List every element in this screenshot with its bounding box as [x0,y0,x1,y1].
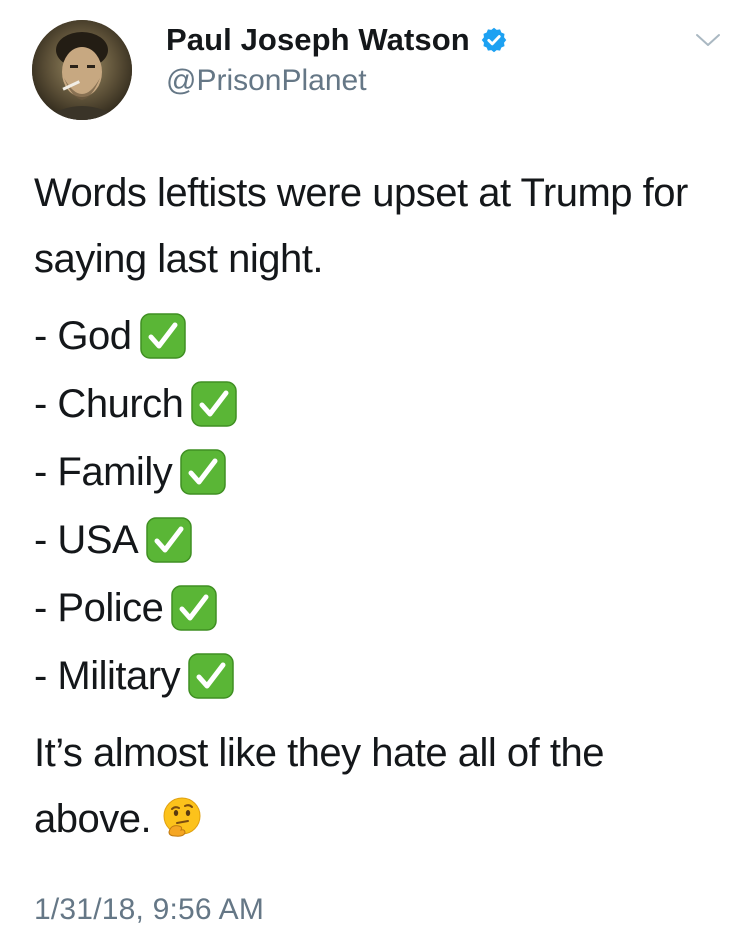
author-display-name[interactable]: Paul Joseph Watson [166,22,470,58]
author-names: Paul Joseph Watson @PrisonPlanet [166,22,508,98]
verified-badge-icon [481,27,507,53]
tweet-closing: It’s almost like they hate all of the ab… [34,720,724,852]
word-list: - God - Church - Family - USA - Police -… [34,302,724,710]
list-item-label: - USA [34,518,139,562]
list-item: - USA [34,506,724,574]
white-check-mark-icon [139,313,186,359]
list-item: - Family [34,438,724,506]
avatar[interactable] [32,20,132,120]
tweet-header: Paul Joseph Watson @PrisonPlanet [32,20,722,120]
author-handle[interactable]: @PrisonPlanet [166,64,508,98]
chevron-down-icon[interactable] [694,30,722,50]
tweet-closing-text: It’s almost like they hate all of the ab… [34,731,604,841]
tweet-card: Paul Joseph Watson @PrisonPlanet Words l… [0,0,746,949]
list-item: - Police [34,574,724,642]
list-item-label: - Family [34,450,173,494]
list-item: - Church [34,370,724,438]
tweet-intro: Words leftists were upset at Trump for s… [34,171,688,281]
white-check-mark-icon [171,585,218,631]
tweet-text: Words leftists were upset at Trump for s… [34,160,724,852]
list-item-label: - Church [34,382,184,426]
white-check-mark-icon [191,381,238,427]
list-item: - God [34,302,724,370]
white-check-mark-icon [188,653,234,699]
list-item: - Military [34,642,724,710]
white-check-mark-icon [146,517,192,563]
list-item-label: - God [34,314,132,358]
thinking-face-icon [163,797,201,837]
avatar-photo [32,20,132,120]
tweet-timestamp[interactable]: 1/31/18, 9:56 AM [34,893,264,927]
list-item-label: - Military [34,654,181,698]
list-item-label: - Police [34,586,164,630]
white-check-mark-icon [180,449,226,495]
